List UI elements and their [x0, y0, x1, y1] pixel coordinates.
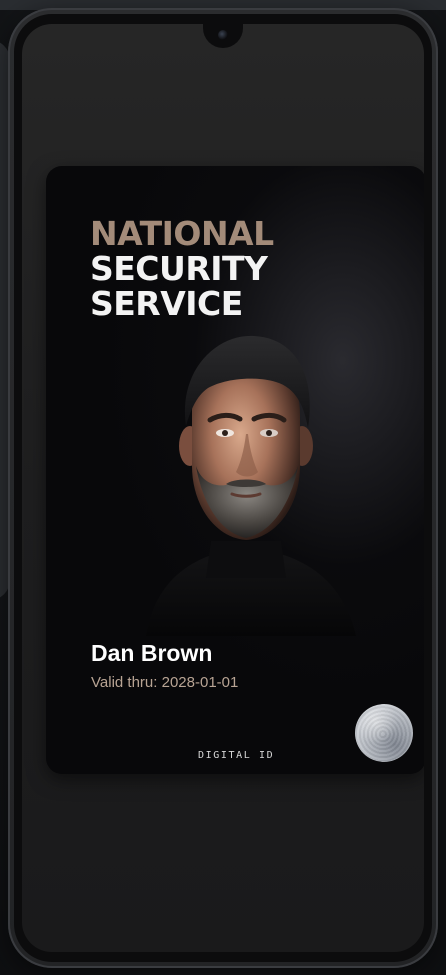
- hologram-seal-icon: [355, 704, 413, 762]
- holder-portrait: [146, 335, 356, 636]
- validity-label: Valid thru:: [91, 674, 158, 691]
- digital-id-label: DIGITAL ID: [198, 750, 275, 761]
- validity-date: 2028-01-01: [161, 674, 239, 691]
- validity-line: Valid thru: 2028-01-01: [91, 674, 238, 691]
- phone-screen: NATIONAL SECURITY SERVICE Dan Brown Vali…: [22, 24, 424, 952]
- front-camera-icon: [218, 30, 228, 40]
- holder-name: Dan Brown: [91, 640, 213, 666]
- agency-title-line-2: SECURITY: [90, 249, 268, 288]
- digital-id-card[interactable]: NATIONAL SECURITY SERVICE Dan Brown Vali…: [46, 166, 424, 774]
- phone-frame: NATIONAL SECURITY SERVICE Dan Brown Vali…: [8, 8, 438, 968]
- agency-title-line-1: NATIONAL: [90, 214, 274, 253]
- notch: [203, 24, 243, 48]
- scene-background: NATIONAL SECURITY SERVICE Dan Brown Vali…: [0, 0, 446, 975]
- phone-bezel: NATIONAL SECURITY SERVICE Dan Brown Vali…: [14, 14, 432, 962]
- agency-title: NATIONAL SECURITY SERVICE: [90, 216, 274, 321]
